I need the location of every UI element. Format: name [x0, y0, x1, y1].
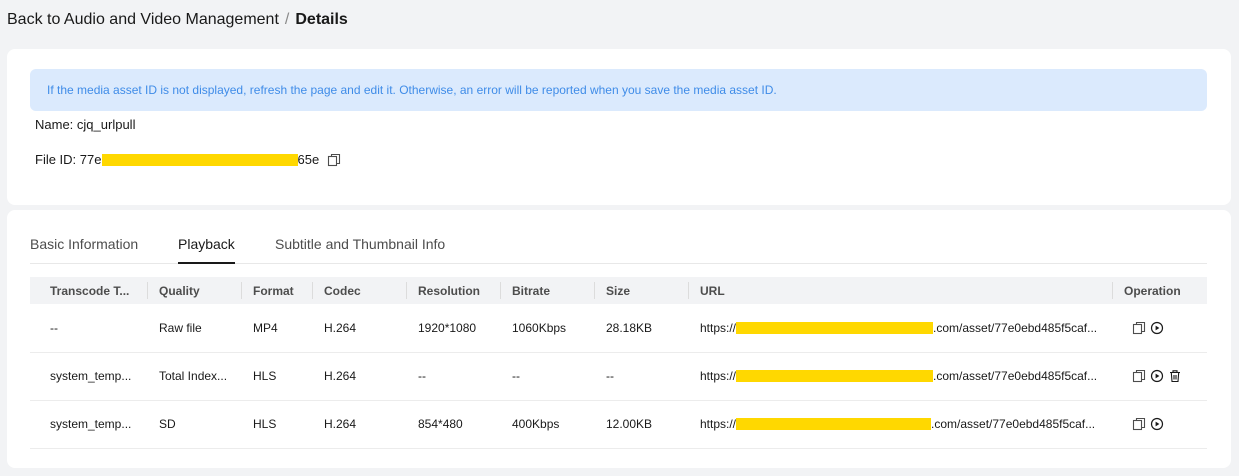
cell-bitrate: 1060Kbps: [500, 304, 594, 353]
cell-resolution: 1920*1080: [406, 304, 500, 353]
cell-bitrate: --: [500, 352, 594, 401]
cell-url: https:// .com/asset/77e0ebd485f5caf...: [688, 304, 1112, 353]
url-prefix: https://: [700, 369, 737, 383]
copy-icon[interactable]: [1132, 369, 1146, 383]
trash-icon[interactable]: [1168, 369, 1182, 383]
cell-resolution: --: [406, 352, 500, 401]
cell-quality: Raw file: [147, 304, 241, 353]
tab-playback[interactable]: Playback: [178, 236, 235, 264]
cell-template: system_temp...: [30, 352, 147, 401]
asset-name-row: Name: cjq_urlpull: [35, 117, 135, 132]
tab-bar: Basic Information Playback Subtitle and …: [30, 226, 1207, 264]
play-icon[interactable]: [1150, 369, 1164, 383]
back-link[interactable]: Back to Audio and Video Management: [7, 11, 279, 28]
file-id-label: File ID:: [35, 152, 77, 167]
tab-basic-information[interactable]: Basic Information: [30, 236, 138, 262]
cell-codec: H.264: [312, 352, 406, 401]
cell-format: MP4: [241, 304, 312, 353]
name-value: cjq_urlpull: [76, 117, 136, 132]
col-header-format: Format: [241, 277, 312, 304]
col-header-operation: Operation: [1112, 277, 1207, 304]
cell-codec: H.264: [312, 400, 406, 449]
url-prefix: https://: [700, 417, 737, 431]
cell-format: HLS: [241, 400, 312, 449]
file-id-suffix: 65e: [297, 152, 320, 167]
asset-summary-card: If the media asset ID is not displayed, …: [7, 49, 1231, 205]
redaction-mark: [736, 321, 934, 334]
page-title: Details: [295, 11, 348, 28]
tab-subtitle-thumbnail[interactable]: Subtitle and Thumbnail Info: [275, 236, 445, 262]
cell-operation: [1112, 352, 1207, 401]
redaction-mark: [736, 418, 932, 430]
cell-template: system_temp...: [30, 400, 147, 449]
url-suffix: .com/asset/77e0ebd485f5caf...: [933, 320, 1098, 335]
col-header-url: URL: [688, 277, 1112, 304]
col-header-codec: Codec: [312, 277, 406, 304]
play-icon[interactable]: [1150, 417, 1164, 431]
redaction-mark: [101, 153, 298, 166]
url-suffix: .com/asset/77e0ebd485f5caf...: [931, 417, 1096, 431]
cell-url: https:// .com/asset/77e0ebd485f5caf...: [688, 352, 1112, 401]
table-row: system_temp... Total Index... HLS H.264 …: [30, 352, 1207, 401]
table-row: system_temp... SD HLS H.264 854*480 400K…: [30, 400, 1207, 449]
file-id-row: File ID: 77e 65e: [35, 152, 341, 167]
copy-icon[interactable]: [327, 153, 341, 167]
breadcrumb-separator: /: [284, 11, 290, 28]
col-header-resolution: Resolution: [406, 277, 500, 304]
breadcrumb: Back to Audio and Video Management / Detai…: [7, 11, 348, 29]
col-header-quality: Quality: [147, 277, 241, 304]
cell-operation: [1112, 400, 1207, 449]
url-suffix: .com/asset/77e0ebd485f5caf...: [933, 369, 1098, 383]
playback-table: Transcode T... Quality Format Codec Reso…: [30, 277, 1207, 449]
col-header-size: Size: [594, 277, 688, 304]
col-header-bitrate: Bitrate: [500, 277, 594, 304]
cell-operation: [1112, 304, 1207, 353]
table-row: -- Raw file MP4 H.264 1920*1080 1060Kbps…: [30, 304, 1207, 353]
cell-resolution: 854*480: [406, 400, 500, 449]
play-icon[interactable]: [1150, 321, 1164, 335]
cell-format: HLS: [241, 352, 312, 401]
table-header-row: Transcode T... Quality Format Codec Reso…: [30, 277, 1207, 304]
cell-size: 28.18KB: [594, 304, 688, 353]
copy-icon[interactable]: [1132, 321, 1146, 335]
cell-template: --: [30, 304, 147, 353]
file-id-prefix: 77e: [79, 152, 102, 167]
url-prefix: https://: [700, 320, 737, 335]
col-header-transcode-template: Transcode T...: [30, 277, 147, 304]
redaction-mark: [736, 370, 934, 382]
cell-codec: H.264: [312, 304, 406, 353]
cell-size: --: [594, 352, 688, 401]
name-label: Name:: [35, 117, 74, 132]
cell-quality: Total Index...: [147, 352, 241, 401]
notice-banner: If the media asset ID is not displayed, …: [30, 69, 1207, 111]
cell-size: 12.00KB: [594, 400, 688, 449]
cell-bitrate: 400Kbps: [500, 400, 594, 449]
cell-url: https:// .com/asset/77e0ebd485f5caf...: [688, 400, 1112, 449]
cell-quality: SD: [147, 400, 241, 449]
details-card: Basic Information Playback Subtitle and …: [7, 210, 1231, 468]
copy-icon[interactable]: [1132, 417, 1146, 431]
